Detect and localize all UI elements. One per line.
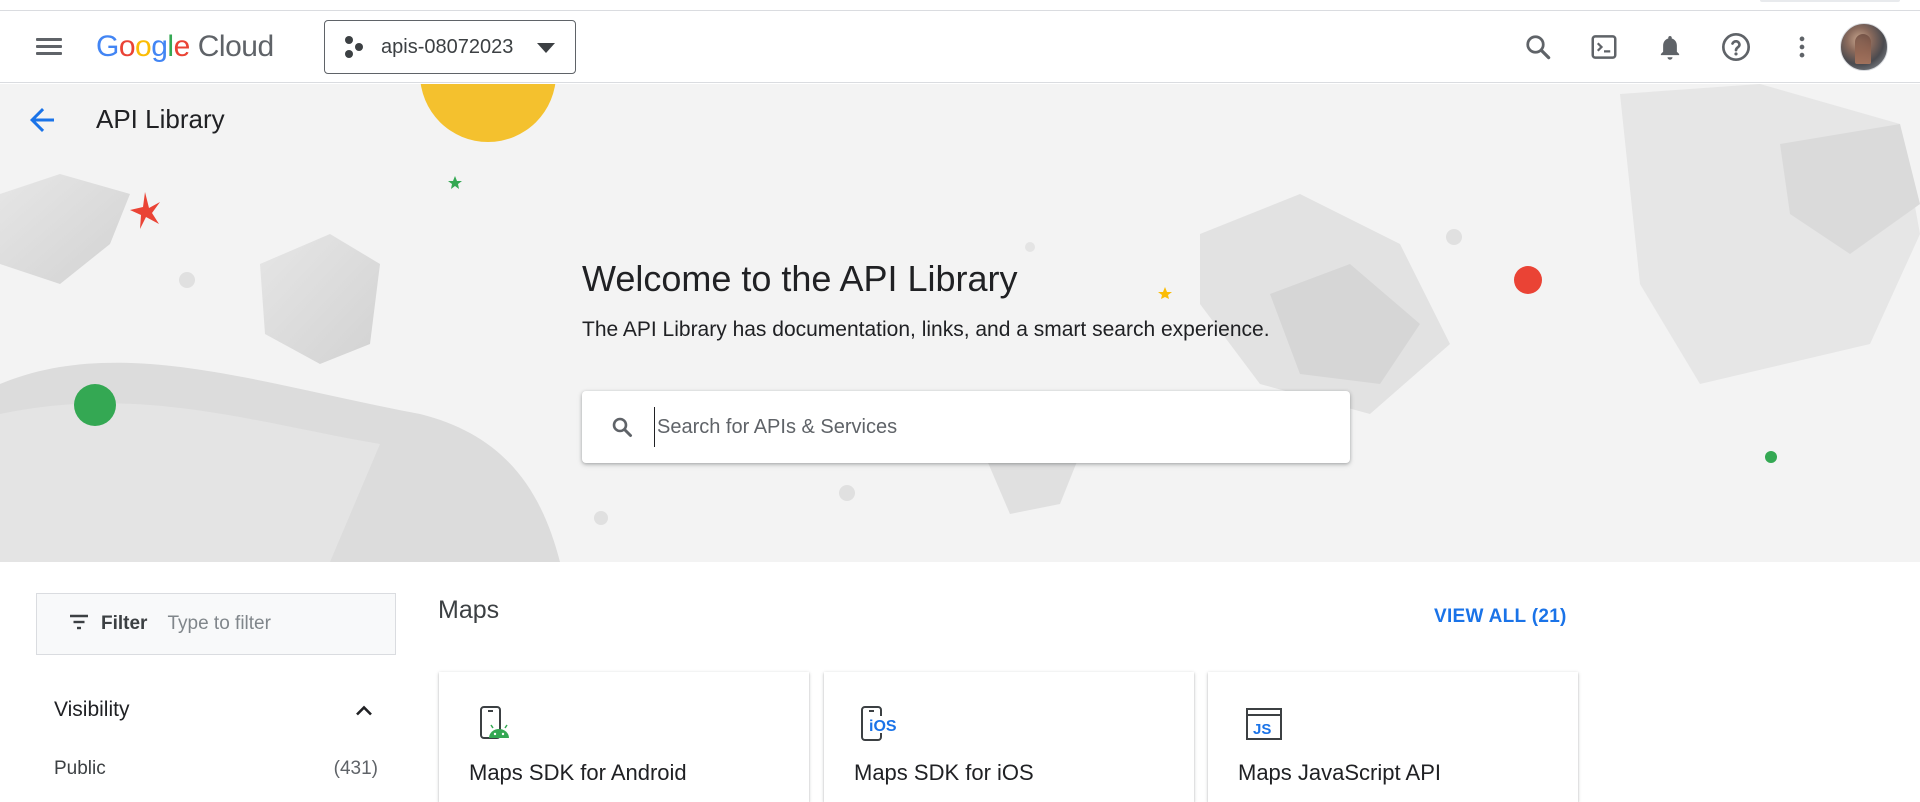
more-vert-icon[interactable]	[1781, 26, 1823, 68]
terminal-icon[interactable]	[1583, 26, 1625, 68]
search-icon	[610, 415, 634, 444]
api-card-maps-javascript-api[interactable]: JS Maps JavaScript API	[1208, 672, 1578, 802]
dropdown-arrow-icon	[537, 43, 555, 53]
visibility-option-label: Public	[54, 758, 106, 779]
corner-tab	[1760, 0, 1900, 2]
api-card-title: Maps JavaScript API	[1238, 760, 1441, 785]
chevron-up-icon	[352, 699, 376, 728]
view-all-link[interactable]: VIEW ALL (21)	[1434, 606, 1567, 628]
search-icon[interactable]	[1517, 26, 1559, 68]
help-icon[interactable]	[1715, 26, 1757, 68]
project-name: apis-08072023	[381, 35, 514, 58]
filter-label: Filter	[101, 613, 148, 634]
ios-phone-icon: iOS	[860, 704, 902, 746]
top-app-bar: Google Cloud apis-08072023	[0, 11, 1920, 83]
filter-bar[interactable]: Filter	[36, 593, 396, 655]
visibility-label: Visibility	[54, 698, 130, 721]
logo-google-text: Google	[96, 30, 190, 63]
api-card-title: Maps SDK for Android	[469, 760, 687, 785]
filter-icon	[67, 610, 91, 639]
menu-icon[interactable]	[34, 34, 68, 60]
welcome-title: Welcome to the API Library	[582, 258, 1018, 299]
svg-text:JS: JS	[1253, 721, 1271, 738]
section-title: Maps	[438, 596, 500, 624]
android-phone-icon	[475, 704, 517, 746]
page-title: API Library	[96, 104, 225, 134]
logo-cloud-text: Cloud	[197, 30, 274, 63]
visibility-section-toggle[interactable]: Visibility	[36, 685, 396, 733]
visibility-option-count: (431)	[333, 758, 378, 779]
avatar[interactable]	[1840, 23, 1888, 71]
google-cloud-logo[interactable]: Google Cloud	[96, 27, 274, 67]
back-arrow-icon[interactable]	[24, 102, 60, 138]
js-icon: JS	[1244, 704, 1286, 746]
filter-input[interactable]	[167, 613, 358, 635]
welcome-subtitle: The API Library has documentation, links…	[582, 318, 1270, 341]
api-card-title: Maps SDK for iOS	[854, 760, 1034, 785]
hero-banner: API Library Welcome to the API Library T…	[0, 84, 1920, 562]
api-card-maps-sdk-android[interactable]: Maps SDK for Android	[439, 672, 809, 802]
api-card-maps-sdk-ios[interactable]: iOS Maps SDK for iOS	[824, 672, 1194, 802]
project-picker[interactable]: apis-08072023	[324, 20, 576, 74]
api-search-input[interactable]	[654, 407, 1304, 447]
svg-text:iOS: iOS	[869, 718, 897, 735]
api-search-box[interactable]	[582, 391, 1350, 463]
project-icon	[345, 35, 367, 59]
bell-icon[interactable]	[1649, 26, 1691, 68]
